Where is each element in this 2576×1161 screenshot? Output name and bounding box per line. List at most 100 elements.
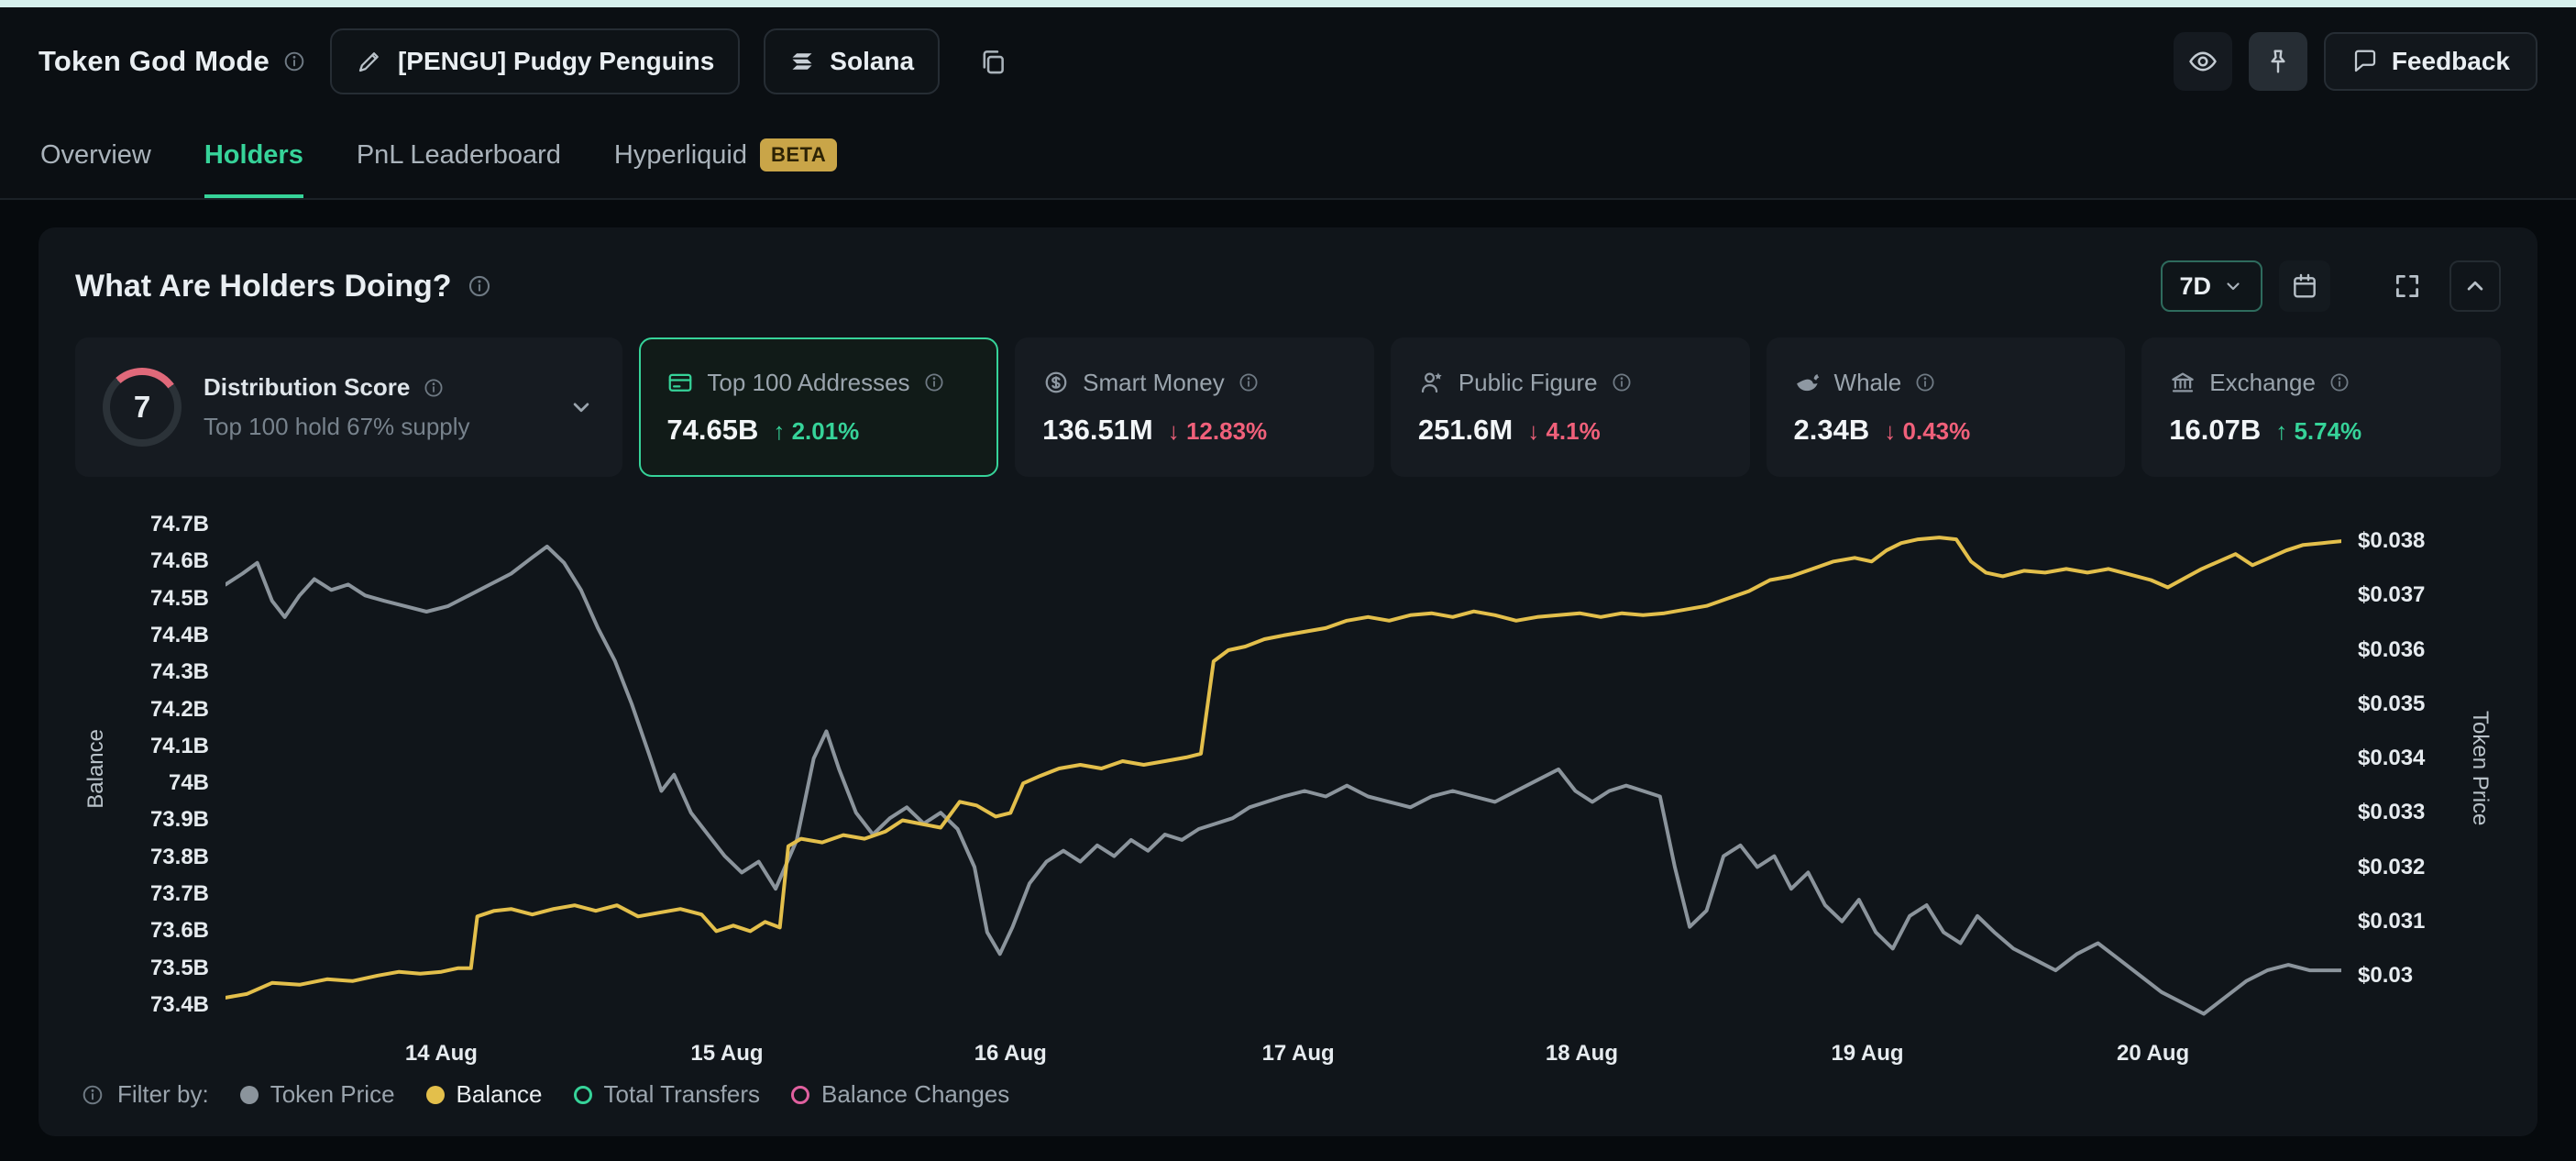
pin-button[interactable] — [2249, 32, 2307, 91]
right-axis-tick: $0.031 — [2358, 908, 2459, 935]
x-axis-tick: 14 Aug — [405, 1040, 478, 1067]
right-axis-tick: $0.034 — [2358, 745, 2459, 772]
copy-icon — [977, 46, 1008, 77]
balance-radio[interactable] — [426, 1086, 445, 1104]
app-header: Token God Mode [PENGU] Pudgy Penguins So… — [0, 7, 2576, 116]
right-axis-tick: $0.035 — [2358, 691, 2459, 718]
legend-balance-changes[interactable]: Balance Changes — [791, 1080, 1009, 1109]
left-axis-tick: 73.7B — [117, 880, 209, 908]
total-transfers-radio[interactable] — [574, 1086, 592, 1104]
info-icon[interactable] — [1611, 371, 1633, 393]
stat-value: 251.6M — [1418, 414, 1513, 447]
x-axis-tick: 19 Aug — [1831, 1040, 1903, 1067]
chart-legend: Filter by: Token Price Balance Total Tra… — [75, 1080, 2501, 1109]
tab-bar: Overview Holders PnL Leaderboard Hyperli… — [0, 116, 2576, 200]
stat-value: 2.34B — [1794, 414, 1870, 447]
stat-title: Top 100 Addresses — [707, 369, 909, 397]
distribution-score-ring: 7 — [103, 368, 182, 447]
x-axis-ticks: 14 Aug15 Aug16 Aug17 Aug18 Aug19 Aug20 A… — [226, 1025, 2341, 1069]
info-icon[interactable] — [923, 371, 945, 393]
token-price-radio[interactable] — [240, 1086, 259, 1104]
right-axis-tick: $0.032 — [2358, 854, 2459, 881]
date-range-select[interactable]: 7D — [2161, 260, 2262, 312]
left-axis-tick: 74B — [117, 769, 209, 797]
right-axis-tick: $0.037 — [2358, 581, 2459, 609]
balance-changes-radio[interactable] — [791, 1086, 809, 1104]
beta-badge: BETA — [760, 138, 837, 171]
chevron-down-icon[interactable] — [567, 393, 595, 421]
stat-card-public-figure[interactable]: Public Figure 251.6M ↓ 4.1% — [1391, 337, 1750, 477]
left-axis-tick: 74.6B — [117, 547, 209, 575]
stat-title: Public Figure — [1459, 369, 1598, 397]
right-axis-tick: $0.033 — [2358, 799, 2459, 826]
chart-canvas[interactable] — [226, 512, 2341, 1025]
info-icon[interactable] — [1238, 371, 1260, 393]
stat-card-smart-money[interactable]: Smart Money 136.51M ↓ 12.83% — [1015, 337, 1374, 477]
title-wrap: Token God Mode — [39, 45, 306, 78]
legend-token-price[interactable]: Token Price — [240, 1080, 395, 1109]
stat-card-whale[interactable]: Whale 2.34B ↓ 0.43% — [1767, 337, 2126, 477]
distribution-score-card[interactable]: 7 Distribution Score Top 100 hold 67% su… — [75, 337, 622, 477]
x-axis-tick: 16 Aug — [974, 1040, 1047, 1067]
tab-overview[interactable]: Overview — [40, 116, 151, 198]
stat-subtitle: Top 100 hold 67% supply — [204, 413, 470, 441]
calendar-icon — [2290, 271, 2319, 301]
top-strip — [0, 0, 2576, 7]
stat-change: ↑ 5.74% — [2275, 417, 2361, 446]
date-range-value: 7D — [2179, 272, 2211, 301]
chevron-up-icon — [2461, 272, 2489, 300]
info-icon[interactable] — [2328, 371, 2350, 393]
chat-icon — [2351, 48, 2379, 75]
pencil-icon — [356, 48, 383, 75]
panel-header: What Are Holders Doing? 7D — [75, 260, 2501, 312]
left-axis-tick: 73.9B — [117, 806, 209, 834]
stat-card-top-100-addresses[interactable]: Top 100 Addresses 74.65B ↑ 2.01% — [639, 337, 998, 477]
main-content: What Are Holders Doing? 7D — [0, 200, 2576, 1136]
holders-chart: Balance 74.7B74.6B74.5B74.4B74.3B74.2B74… — [75, 512, 2501, 1069]
left-axis-tick: 73.6B — [117, 917, 209, 945]
info-icon[interactable] — [467, 273, 492, 299]
info-icon[interactable] — [1914, 371, 1936, 393]
copy-address-button[interactable] — [963, 32, 1022, 91]
feedback-button[interactable]: Feedback — [2324, 32, 2537, 91]
card-icon — [666, 369, 694, 396]
calendar-button[interactable] — [2279, 260, 2330, 312]
whale-icon — [1794, 369, 1822, 396]
collapse-button[interactable] — [2449, 260, 2501, 312]
stat-title: Distribution Score — [204, 373, 410, 402]
stat-change: ↓ 12.83% — [1168, 417, 1267, 446]
feedback-label: Feedback — [2392, 47, 2510, 76]
series-token-price — [226, 547, 2341, 1014]
left-axis-tick: 74.4B — [117, 622, 209, 649]
person-star-icon — [1418, 369, 1446, 396]
stat-value: 16.07B — [2169, 414, 2261, 447]
info-icon[interactable] — [282, 50, 306, 73]
right-axis-ticks: $0.038$0.037$0.036$0.035$0.034$0.033$0.0… — [2341, 512, 2459, 1025]
left-axis-tick: 74.5B — [117, 585, 209, 613]
stat-change: ↓ 0.43% — [1884, 417, 1970, 446]
chevron-down-icon — [2222, 275, 2244, 297]
fullscreen-button[interactable] — [2382, 260, 2433, 312]
watch-button[interactable] — [2174, 32, 2232, 91]
stat-title: Smart Money — [1083, 369, 1225, 397]
stat-change: ↑ 2.01% — [773, 417, 859, 446]
legend-balance[interactable]: Balance — [426, 1080, 543, 1109]
info-icon[interactable] — [81, 1083, 105, 1107]
legend-total-transfers[interactable]: Total Transfers — [574, 1080, 761, 1109]
holders-panel: What Are Holders Doing? 7D — [39, 227, 2537, 1136]
x-axis-tick: 18 Aug — [1546, 1040, 1618, 1067]
tab-holders[interactable]: Holders — [204, 116, 303, 198]
left-axis-tick: 73.5B — [117, 955, 209, 982]
stat-card-exchange[interactable]: Exchange 16.07B ↑ 5.74% — [2141, 337, 2501, 477]
page-title: Token God Mode — [39, 45, 270, 78]
panel-controls: 7D — [2161, 260, 2501, 312]
tab-hyperliquid[interactable]: Hyperliquid BETA — [614, 116, 837, 198]
panel-title: What Are Holders Doing? — [75, 269, 452, 304]
tab-pnl-leaderboard[interactable]: PnL Leaderboard — [357, 116, 561, 198]
chain-pill[interactable]: Solana — [764, 28, 940, 94]
info-icon[interactable] — [423, 377, 445, 399]
header-right: Feedback — [2174, 32, 2537, 91]
header-left: Token God Mode [PENGU] Pudgy Penguins So… — [39, 28, 1022, 94]
chain-label: Solana — [830, 47, 914, 76]
token-selector-pill[interactable]: [PENGU] Pudgy Penguins — [330, 28, 740, 94]
